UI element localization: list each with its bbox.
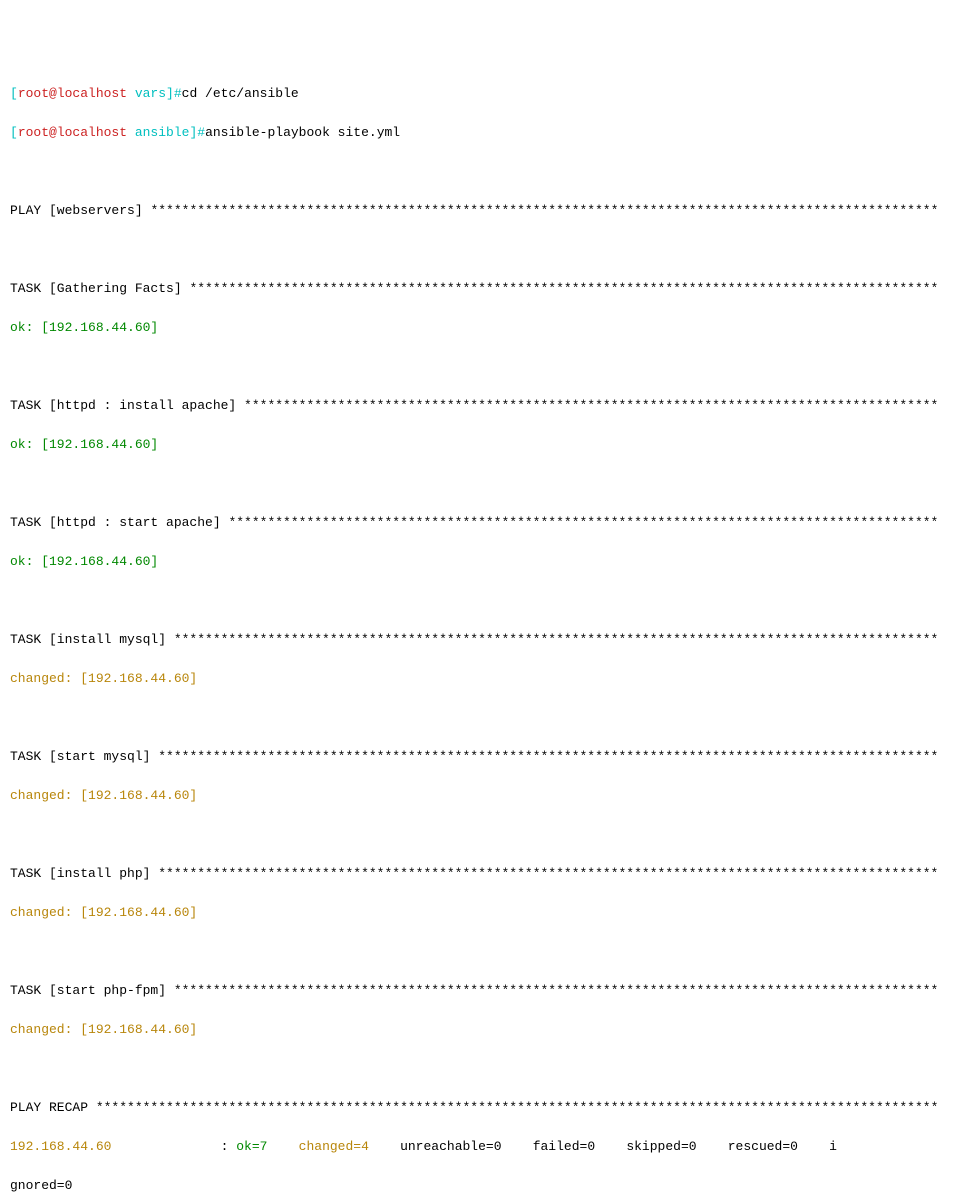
- blank-line: [10, 942, 962, 962]
- blank-line: [10, 1059, 962, 1079]
- blank-line: [10, 162, 962, 182]
- recap-header: PLAY RECAP *****************************…: [10, 1098, 962, 1118]
- recap-ignored: i: [821, 1139, 837, 1154]
- recap-label: PLAY RECAP: [10, 1100, 96, 1115]
- task-header-start-mysql: TASK [start mysql] *********************…: [10, 747, 962, 767]
- blank-line: [10, 708, 962, 728]
- stars: ****************************************…: [150, 203, 938, 218]
- stars: ****************************************…: [244, 398, 938, 413]
- stars: ****************************************…: [228, 515, 938, 530]
- bracket: [: [10, 125, 18, 140]
- task-header-facts: TASK [Gathering Facts] *****************…: [10, 279, 962, 299]
- task-header-install-mysql: TASK [install mysql] *******************…: [10, 630, 962, 650]
- recap-unreachable: unreachable=0: [392, 1139, 525, 1154]
- task-label: TASK [start php-fpm]: [10, 983, 174, 998]
- prompt-line-2: [root@localhost ansible]#ansible-playboo…: [10, 123, 962, 143]
- task-label: TASK [Gathering Facts]: [10, 281, 189, 296]
- stars: ****************************************…: [174, 632, 939, 647]
- stars: ****************************************…: [174, 983, 939, 998]
- stars: ****************************************…: [96, 1100, 939, 1115]
- stars: ****************************************…: [158, 866, 938, 881]
- task-status-ok: ok: [192.168.44.60]: [10, 318, 962, 338]
- command: cd /etc/ansible: [182, 86, 299, 101]
- recap-ok: ok=7: [236, 1139, 291, 1154]
- recap-sep: :: [111, 1139, 236, 1154]
- blank-line: [10, 825, 962, 845]
- recap-host: 192.168.44.60: [10, 1139, 111, 1154]
- stars: ****************************************…: [158, 749, 938, 764]
- blank-line: [10, 240, 962, 260]
- recap-rescued: rescued=0: [720, 1139, 821, 1154]
- user-host: root@localhost: [18, 125, 127, 140]
- task-header-start-apache: TASK [httpd : start apache] ************…: [10, 513, 962, 533]
- play-label: PLAY [webservers]: [10, 203, 150, 218]
- bracket: [: [10, 86, 18, 101]
- command: ansible-playbook site.yml: [205, 125, 400, 140]
- blank-line: [10, 591, 962, 611]
- user-host: root@localhost: [18, 86, 127, 101]
- task-status-ok: ok: [192.168.44.60]: [10, 435, 962, 455]
- task-header-install-php: TASK [install php] *********************…: [10, 864, 962, 884]
- stars: ****************************************…: [189, 281, 938, 296]
- task-label: TASK [httpd : start apache]: [10, 515, 228, 530]
- recap-skipped: skipped=0: [619, 1139, 720, 1154]
- task-label: TASK [install php]: [10, 866, 158, 881]
- task-status-changed: changed: [192.168.44.60]: [10, 1020, 962, 1040]
- play-header: PLAY [webservers] **********************…: [10, 201, 962, 221]
- blank-line: [10, 474, 962, 494]
- task-status-changed: changed: [192.168.44.60]: [10, 669, 962, 689]
- cwd: ansible: [127, 125, 189, 140]
- blank-line: [10, 357, 962, 377]
- recap-row: 192.168.44.60 : ok=7 changed=4 unreachab…: [10, 1137, 962, 1157]
- task-status-changed: changed: [192.168.44.60]: [10, 903, 962, 923]
- task-header-start-php: TASK [start php-fpm] *******************…: [10, 981, 962, 1001]
- recap-ignored-wrap: gnored=0: [10, 1176, 962, 1194]
- task-label: TASK [install mysql]: [10, 632, 174, 647]
- prompt-line-1: [root@localhost vars]#cd /etc/ansible: [10, 84, 962, 104]
- bracket: ]#: [166, 86, 182, 101]
- cwd: vars: [127, 86, 166, 101]
- task-status-ok: ok: [192.168.44.60]: [10, 552, 962, 572]
- task-label: TASK [start mysql]: [10, 749, 158, 764]
- task-header-install-apache: TASK [httpd : install apache] **********…: [10, 396, 962, 416]
- task-label: TASK [httpd : install apache]: [10, 398, 244, 413]
- recap-changed: changed=4: [291, 1139, 392, 1154]
- bracket: ]#: [189, 125, 205, 140]
- task-status-changed: changed: [192.168.44.60]: [10, 786, 962, 806]
- recap-failed: failed=0: [525, 1139, 619, 1154]
